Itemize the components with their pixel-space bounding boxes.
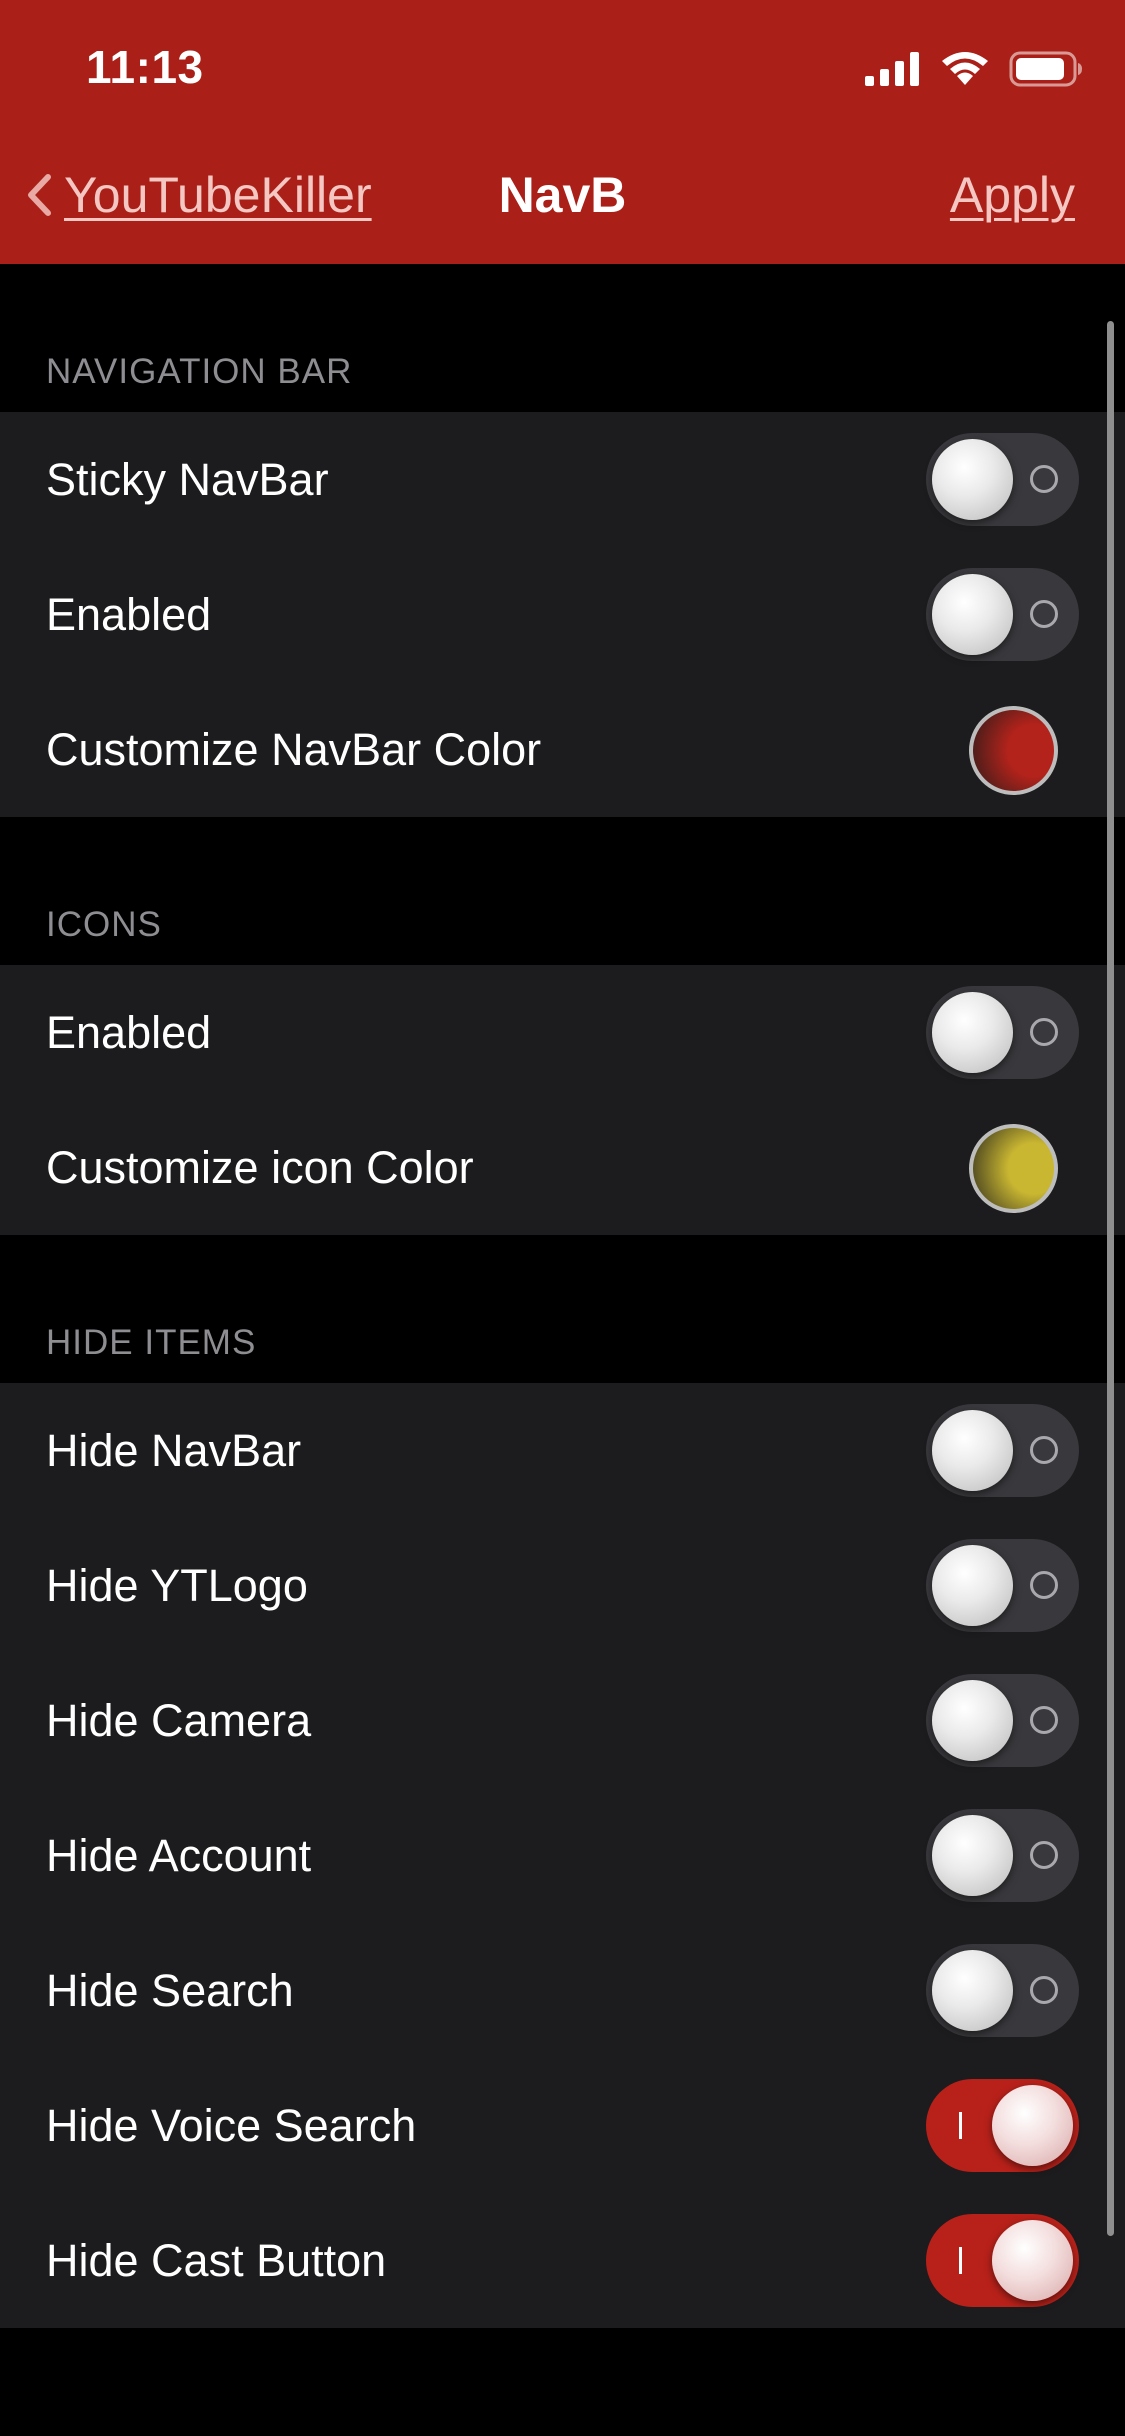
settings-list: NAVIGATION BAR Sticky NavBar Enabled Cus… (0, 264, 1125, 2328)
hide-account-toggle[interactable] (926, 1809, 1079, 1902)
toggle-knob (992, 2220, 1073, 2301)
scrollbar[interactable] (1107, 321, 1114, 2236)
row-hide-cast-button: Hide Cast Button (0, 2193, 1125, 2328)
row-sticky-navbar: Sticky NavBar (0, 412, 1125, 547)
row-customize-icon-color: Customize icon Color (0, 1100, 1125, 1235)
row-label: Hide NavBar (46, 1425, 302, 1476)
row-customize-navbar-color: Customize NavBar Color (0, 682, 1125, 817)
header: 11:13 YouTubeKiller NavB Apply (0, 0, 1125, 264)
row-label: Sticky NavBar (46, 454, 329, 505)
toggle-off-indicator (1030, 600, 1058, 628)
toggle-on-indicator (959, 2112, 962, 2139)
toggle-knob (932, 1680, 1013, 1761)
hide-camera-toggle[interactable] (926, 1674, 1079, 1767)
toggle-off-indicator (1030, 1018, 1058, 1046)
section-header-label: NAVIGATION BAR (46, 352, 353, 391)
hide-ytlogo-toggle[interactable] (926, 1539, 1079, 1632)
row-label: Customize NavBar Color (46, 724, 542, 775)
toggle-knob (932, 1410, 1013, 1491)
toggle-off-indicator (1030, 1841, 1058, 1869)
section-navigation-bar: Sticky NavBar Enabled Customize NavBar C… (0, 412, 1125, 817)
toggle-off-indicator (1030, 465, 1058, 493)
toggle-knob (932, 439, 1013, 520)
signal-icon (865, 52, 919, 86)
row-hide-voice-search: Hide Voice Search (0, 2058, 1125, 2193)
status-time: 11:13 (86, 41, 204, 93)
section-header-navigation-bar: NAVIGATION BAR (0, 264, 1125, 412)
row-label: Hide Camera (46, 1695, 312, 1746)
row-hide-navbar: Hide NavBar (0, 1383, 1125, 1518)
toggle-knob (932, 1815, 1013, 1896)
hide-cast-button-toggle[interactable] (926, 2214, 1079, 2307)
section-header-icons: ICONS (0, 817, 1125, 965)
hide-navbar-toggle[interactable] (926, 1404, 1079, 1497)
row-hide-search: Hide Search (0, 1923, 1125, 2058)
row-label: Enabled (46, 1007, 212, 1058)
section-header-hide-items: HIDE ITEMS (0, 1235, 1125, 1383)
row-icons-enabled: Enabled (0, 965, 1125, 1100)
row-label: Hide YTLogo (46, 1560, 308, 1611)
row-navbar-enabled: Enabled (0, 547, 1125, 682)
hide-search-toggle[interactable] (926, 1944, 1079, 2037)
navbar-enabled-toggle[interactable] (926, 568, 1079, 661)
section-header-label: HIDE ITEMS (46, 1323, 257, 1362)
toggle-knob (932, 992, 1013, 1073)
row-hide-ytlogo: Hide YTLogo (0, 1518, 1125, 1653)
toggle-off-indicator (1030, 1571, 1058, 1599)
apply-button[interactable]: Apply (950, 166, 1075, 224)
back-button-label: YouTubeKiller (64, 167, 372, 223)
wifi-icon (942, 52, 988, 85)
chevron-left-icon (28, 174, 51, 216)
row-hide-camera: Hide Camera (0, 1653, 1125, 1788)
hide-voice-search-toggle[interactable] (926, 2079, 1079, 2172)
row-label: Customize icon Color (46, 1142, 474, 1193)
icon-color-well[interactable] (969, 1124, 1058, 1213)
toggle-knob (932, 1545, 1013, 1626)
row-label: Hide Voice Search (46, 2100, 417, 2151)
battery-icon (1009, 51, 1082, 87)
navbar-color-well[interactable] (969, 706, 1058, 795)
toggle-knob (932, 574, 1013, 655)
row-label: Hide Search (46, 1965, 294, 2016)
toggle-knob (932, 1950, 1013, 2031)
row-label: Enabled (46, 589, 212, 640)
sticky-navbar-toggle[interactable] (926, 433, 1079, 526)
toggle-on-indicator (959, 2247, 962, 2274)
toggle-off-indicator (1030, 1706, 1058, 1734)
toggle-off-indicator (1030, 1436, 1058, 1464)
row-label: Hide Account (46, 1830, 312, 1881)
section-icons: Enabled Customize icon Color (0, 965, 1125, 1235)
status-icons (865, 48, 1083, 90)
section-header-label: ICONS (46, 905, 162, 944)
icons-enabled-toggle[interactable] (926, 986, 1079, 1079)
toggle-off-indicator (1030, 1976, 1058, 2004)
back-button[interactable]: YouTubeKiller (24, 166, 372, 224)
row-label: Hide Cast Button (46, 2235, 387, 2286)
row-hide-account: Hide Account (0, 1788, 1125, 1923)
section-hide-items: Hide NavBar Hide YTLogo Hide Camera Hide… (0, 1383, 1125, 2328)
toggle-knob (992, 2085, 1073, 2166)
